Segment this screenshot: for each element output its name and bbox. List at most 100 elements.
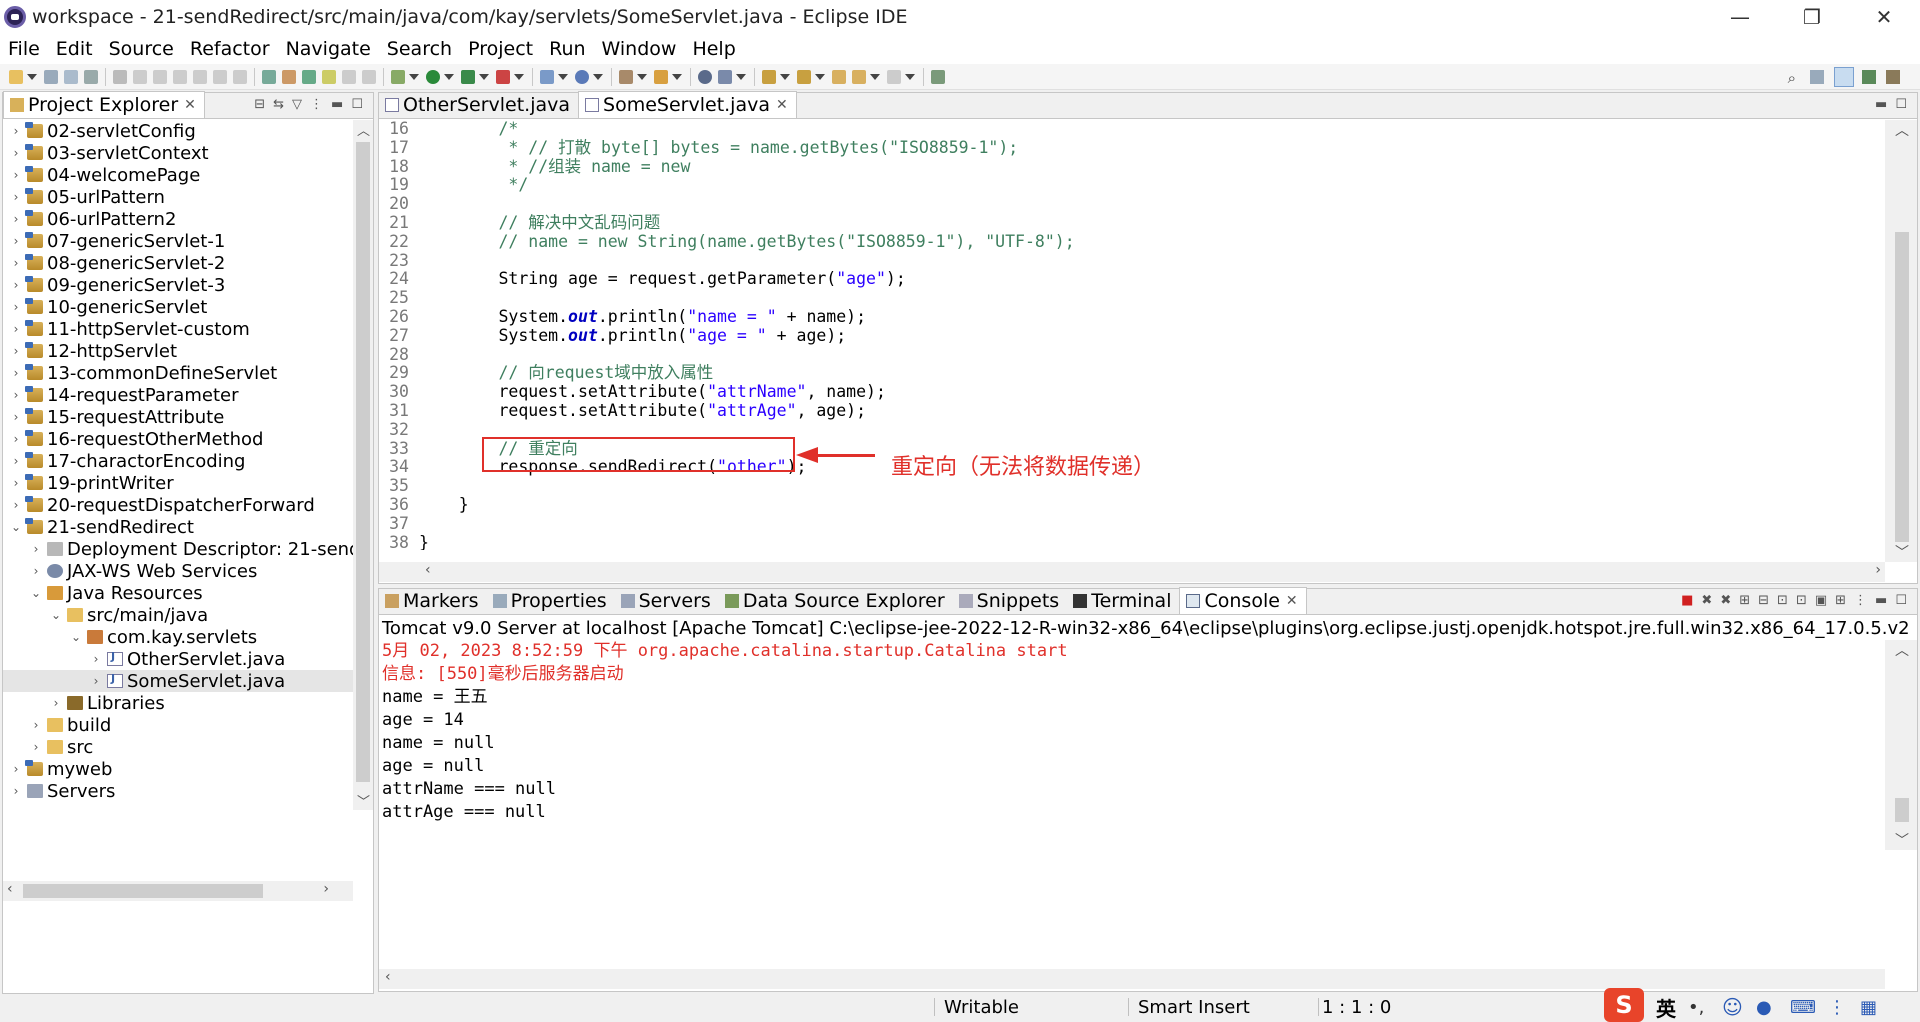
code-line[interactable]: 38} <box>379 533 1885 550</box>
remove-all-icon[interactable]: ✖ <box>1720 593 1731 608</box>
minimize-button[interactable]: — <box>1704 0 1776 34</box>
chevron-right-icon[interactable]: › <box>9 256 23 270</box>
toggle-breadcrumb-icon[interactable] <box>322 69 336 84</box>
code-line[interactable]: 29 // 向request域中放入属性 <box>379 363 1885 383</box>
open-perspective-icon[interactable] <box>1810 70 1824 84</box>
ime-voice-icon[interactable]: ● <box>1756 994 1772 1020</box>
minimize-view-icon[interactable]: ▬ <box>1875 593 1887 608</box>
scroll-down-icon[interactable]: ﹀ <box>357 791 370 810</box>
tree-item[interactable]: ⌄ src/main/java <box>3 604 353 626</box>
tree-item[interactable]: › OtherServlet.java <box>3 648 353 670</box>
tree-item[interactable]: ⌄ Java Resources <box>3 582 353 604</box>
chevron-right-icon[interactable]: › <box>29 718 43 732</box>
paragraph-icon[interactable] <box>362 69 376 84</box>
tree-item[interactable]: ⌄ com.kay.servlets <box>3 626 353 648</box>
console-output[interactable]: 5月 02, 2023 8:52:59 下午 org.apache.catali… <box>379 640 1885 830</box>
scroll-left-icon[interactable]: ‹ <box>425 562 431 578</box>
tab-markers[interactable]: Markers <box>379 588 487 614</box>
code-line[interactable]: 26 System.out.println("name = " + name); <box>379 307 1885 327</box>
tab-otherservlet[interactable]: OtherServlet.java <box>379 92 578 118</box>
chevron-right-icon[interactable]: › <box>9 498 23 512</box>
java-ee-perspective-icon[interactable] <box>1834 67 1854 87</box>
debug-perspective-icon[interactable] <box>1862 70 1876 84</box>
tab-properties[interactable]: Properties <box>487 588 615 614</box>
menu-help[interactable]: Help <box>684 38 743 60</box>
scroll-right-icon[interactable]: › <box>323 881 329 897</box>
code-line[interactable]: 16 /* <box>379 120 1885 139</box>
chevron-right-icon[interactable]: › <box>9 432 23 446</box>
chevron-right-icon[interactable]: › <box>89 652 103 666</box>
ime-logo-icon[interactable]: S <box>1604 988 1644 1022</box>
search-toolbar-icon[interactable] <box>718 69 732 84</box>
code-editor[interactable]: 16 /* 17 * // 打散 byte[] bytes = name.getB… <box>379 120 1885 550</box>
open-task-icon[interactable] <box>654 69 668 84</box>
chevron-right-icon[interactable]: › <box>9 344 23 358</box>
scroll-up-icon[interactable]: ︿ <box>1895 640 1909 660</box>
scroll-left-icon[interactable]: ‹ <box>7 881 13 897</box>
tree-item[interactable]: › SomeServlet.java <box>3 670 353 692</box>
new-server-dropdown-icon[interactable] <box>558 73 568 80</box>
new-icon[interactable] <box>9 69 23 84</box>
maximize-view-icon[interactable]: ☐ <box>351 97 363 112</box>
tree-item[interactable]: ⌄ 21-sendRedirect <box>3 516 353 538</box>
code-line[interactable]: 25 <box>379 288 1885 308</box>
ime-tools-icon[interactable]: ▦ <box>1860 994 1877 1020</box>
step-into-icon[interactable] <box>213 69 227 84</box>
toggle-mark-occurrences-icon[interactable] <box>282 69 296 84</box>
code-line[interactable]: 21 // 解决中文乱码问题 <box>379 213 1885 233</box>
chevron-right-icon[interactable]: › <box>9 454 23 468</box>
ime-emoji-icon[interactable]: ☺ <box>1722 994 1743 1020</box>
menu-window[interactable]: Window <box>594 38 685 60</box>
remove-launch-icon[interactable]: ✖ <box>1701 593 1712 608</box>
next-annotation-dropdown-icon[interactable] <box>780 73 790 80</box>
view-menu-icon[interactable]: ⋮ <box>1854 593 1867 608</box>
code-line[interactable]: 28 <box>379 345 1885 365</box>
new-server-icon[interactable] <box>540 69 554 84</box>
menu-navigate[interactable]: Navigate <box>278 38 379 60</box>
chevron-right-icon[interactable]: › <box>9 784 23 798</box>
maximize-view-icon[interactable]: ☐ <box>1895 97 1907 112</box>
close-tab-icon[interactable]: ✕ <box>184 97 196 113</box>
external-tools-icon[interactable] <box>496 69 510 84</box>
pin-editor-icon[interactable] <box>931 69 945 84</box>
new-dropdown-icon[interactable] <box>27 73 37 80</box>
scroll-down-icon[interactable]: ﹀ <box>1895 830 1909 850</box>
tree-item[interactable]: › 16-requestOtherMethod <box>3 428 353 450</box>
scrollbar-thumb[interactable] <box>1895 798 1909 822</box>
run-icon[interactable] <box>426 69 440 84</box>
debug-dropdown-icon[interactable] <box>409 73 419 80</box>
code-line[interactable]: 23 <box>379 251 1885 271</box>
tab-terminal[interactable]: Terminal <box>1067 588 1179 614</box>
word-wrap-icon[interactable]: ⊟ <box>1758 593 1769 608</box>
suspend-icon[interactable] <box>153 69 167 84</box>
open-console-icon[interactable]: ⊞ <box>1835 593 1846 608</box>
code-line[interactable]: 30 request.setAttribute("attrName", name… <box>379 382 1885 402</box>
chevron-right-icon[interactable]: › <box>89 674 103 688</box>
tree-item[interactable]: › 06-urlPattern2 <box>3 208 353 230</box>
tree-item[interactable]: › myweb <box>3 758 353 780</box>
chevron-right-icon[interactable]: › <box>9 212 23 226</box>
external-tools-dropdown-icon[interactable] <box>514 73 524 80</box>
code-line[interactable]: 37 <box>379 514 1885 534</box>
disconnect-icon[interactable] <box>193 69 207 84</box>
ime-language[interactable]: 英 <box>1656 994 1676 1021</box>
menu-project[interactable]: Project <box>460 38 541 60</box>
maximize-view-icon[interactable]: ☐ <box>1895 593 1907 608</box>
scroll-down-icon[interactable]: ﹀ <box>1895 542 1909 562</box>
chevron-right-icon[interactable]: › <box>9 322 23 336</box>
editor-horizontal-scrollbar[interactable]: ‹ › <box>379 562 1885 582</box>
tree-item[interactable]: › 04-welcomePage <box>3 164 353 186</box>
pin-console-icon[interactable]: ⊡ <box>1777 593 1788 608</box>
back-icon[interactable] <box>852 69 866 84</box>
toggle-block-selection-icon[interactable] <box>302 69 316 84</box>
chevron-right-icon[interactable]: › <box>9 388 23 402</box>
tree-item[interactable]: › 11-httpServlet-custom <box>3 318 353 340</box>
console-vertical-scrollbar[interactable]: ︿ ﹀ <box>1885 640 1917 850</box>
menu-search[interactable]: Search <box>379 38 460 60</box>
coverage-dropdown-icon[interactable] <box>479 73 489 80</box>
tree-item[interactable]: › 20-requestDispatcherForward <box>3 494 353 516</box>
chevron-right-icon[interactable]: › <box>9 278 23 292</box>
chevron-right-icon[interactable]: › <box>29 564 43 578</box>
tab-project-explorer[interactable]: Project Explorer ✕ <box>3 91 205 118</box>
run-dropdown-icon[interactable] <box>444 73 454 80</box>
